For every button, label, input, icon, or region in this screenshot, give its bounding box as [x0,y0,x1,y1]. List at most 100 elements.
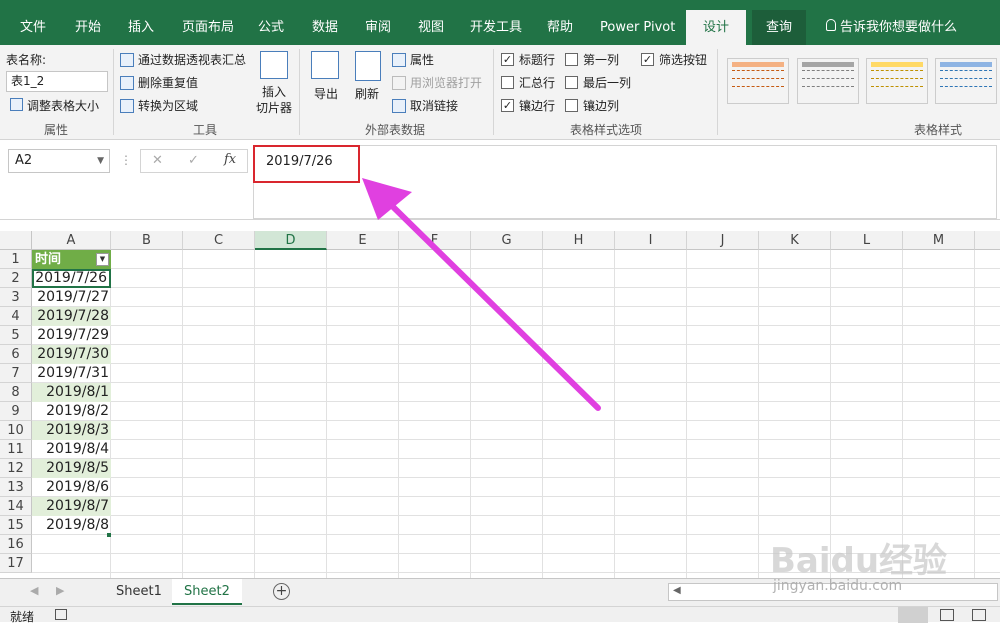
table-header-cell[interactable]: 时间 ▼ [32,250,111,269]
summarize-pivot-button[interactable]: 通过数据透视表汇总 [138,51,246,68]
fx-icon[interactable]: fx [224,152,236,167]
slicer-icon [260,51,288,79]
refresh-button[interactable]: 刷新 [355,85,379,102]
column-header-j[interactable]: J [687,231,759,250]
group-label-table-styles: 表格样式 [914,123,963,137]
cancel-icon[interactable]: ✕ [152,153,163,168]
row-header[interactable]: 7 [0,364,32,383]
table-cell[interactable]: 2019/8/4 [32,440,111,459]
sheet-tab-sheet2[interactable]: Sheet2 [172,579,242,605]
filter-button-checkbox[interactable]: ✓ [641,53,654,66]
filter-dropdown-icon[interactable]: ▼ [96,253,109,266]
column-header-k[interactable]: K [759,231,831,250]
table-style-gray[interactable] [797,58,859,104]
row-header[interactable]: 10 [0,421,32,440]
export-button[interactable]: 导出 [314,85,338,102]
row-header[interactable]: 17 [0,554,32,573]
column-header-m[interactable]: M [903,231,975,250]
first-column-label: 第一列 [583,53,620,67]
macro-record-icon[interactable] [55,609,67,620]
column-header-l[interactable]: L [831,231,903,250]
tab-view[interactable]: 视图 [408,10,454,45]
banded-rows-checkbox[interactable]: ✓ [501,99,514,112]
table-cell[interactable]: 2019/7/26 [32,269,111,288]
sheet-tab-sheet1[interactable]: Sheet1 [104,579,174,605]
row-header[interactable]: 8 [0,383,32,402]
banded-columns-checkbox[interactable] [565,99,578,112]
column-header-a[interactable]: A [32,231,111,250]
enter-icon[interactable]: ✓ [188,153,199,168]
row-header[interactable]: 9 [0,402,32,421]
table-cell[interactable]: 2019/8/7 [32,497,111,516]
tab-insert[interactable]: 插入 [118,10,164,45]
tab-power-pivot[interactable]: Power Pivot [590,10,685,45]
tab-formulas[interactable]: 公式 [248,10,294,45]
row-header[interactable]: 14 [0,497,32,516]
row-header[interactable]: 3 [0,288,32,307]
normal-view-icon[interactable] [898,607,928,623]
column-header-i[interactable]: I [615,231,687,250]
row-header[interactable]: 15 [0,516,32,535]
table-cell[interactable]: 2019/8/6 [32,478,111,497]
table-style-orange[interactable] [727,58,789,104]
tab-query[interactable]: 查询 [752,10,806,45]
unlink-button[interactable]: 取消链接 [410,97,458,114]
table-cell[interactable]: 2019/8/8 [32,516,111,535]
row-header[interactable]: 4 [0,307,32,326]
table-cell[interactable]: 2019/7/29 [32,326,111,345]
total-row-checkbox[interactable] [501,76,514,89]
tab-design[interactable]: 设计 [686,10,746,45]
row-header[interactable]: 5 [0,326,32,345]
column-header-b[interactable]: B [111,231,183,250]
remove-duplicates-button[interactable]: 删除重复值 [138,74,198,91]
page-break-view-icon[interactable] [972,609,986,621]
last-column-checkbox[interactable] [565,76,578,89]
insert-slicer-line2[interactable]: 切片器 [256,99,292,116]
table-cell[interactable]: 2019/7/27 [32,288,111,307]
tab-help[interactable]: 帮助 [537,10,583,45]
row-header[interactable]: 13 [0,478,32,497]
row-header[interactable]: 6 [0,345,32,364]
page-layout-view-icon[interactable] [940,609,954,621]
properties-button[interactable]: 属性 [410,51,434,68]
table-cell[interactable]: 2019/8/1 [32,383,111,402]
resize-table-button[interactable]: 调整表格大小 [27,97,99,114]
table-style-gold[interactable] [866,58,928,104]
convert-to-range-button[interactable]: 转换为区域 [138,97,198,114]
table-style-blue[interactable] [935,58,997,104]
scroll-right-icon[interactable]: ▶ [56,584,64,597]
tab-review[interactable]: 审阅 [355,10,401,45]
table-resize-handle[interactable] [107,533,111,537]
select-all-corner[interactable] [0,231,32,250]
table-cell[interactable]: 2019/7/31 [32,364,111,383]
name-box-value: A2 [15,153,33,168]
table-cell[interactable]: 2019/8/5 [32,459,111,478]
table-cell[interactable]: 2019/8/3 [32,421,111,440]
tell-me-search[interactable]: 告诉我你想要做什么 [836,10,967,45]
tab-home[interactable]: 开始 [65,10,111,45]
scrollbar-left-icon[interactable]: ◀ [673,585,681,596]
table-cell[interactable]: 2019/7/28 [32,307,111,326]
row-header[interactable]: 2 [0,269,32,288]
highlight-box [253,145,360,183]
chevron-down-icon[interactable]: ▼ [97,150,104,172]
tab-data[interactable]: 数据 [302,10,348,45]
table-cell[interactable]: 2019/7/30 [32,345,111,364]
tab-developer[interactable]: 开发工具 [460,10,532,45]
insert-slicer-line1[interactable]: 插入 [262,83,286,100]
first-column-checkbox[interactable] [565,53,578,66]
row-header[interactable]: 12 [0,459,32,478]
scroll-left-icon[interactable]: ◀ [30,584,38,597]
table-cell[interactable]: 2019/8/2 [32,402,111,421]
add-sheet-icon[interactable]: + [273,583,290,600]
header-row-checkbox[interactable]: ✓ [501,53,514,66]
row-header[interactable]: 16 [0,535,32,554]
tab-file[interactable]: 文件 [10,10,56,45]
tab-page-layout[interactable]: 页面布局 [172,10,244,45]
row-header[interactable]: 11 [0,440,32,459]
column-header-c[interactable]: C [183,231,255,250]
table-name-input[interactable]: 表1_2 [6,71,108,92]
column-header-d[interactable]: D [255,231,327,250]
name-box[interactable]: A2 ▼ [8,149,110,173]
row-header[interactable]: 1 [0,250,32,269]
